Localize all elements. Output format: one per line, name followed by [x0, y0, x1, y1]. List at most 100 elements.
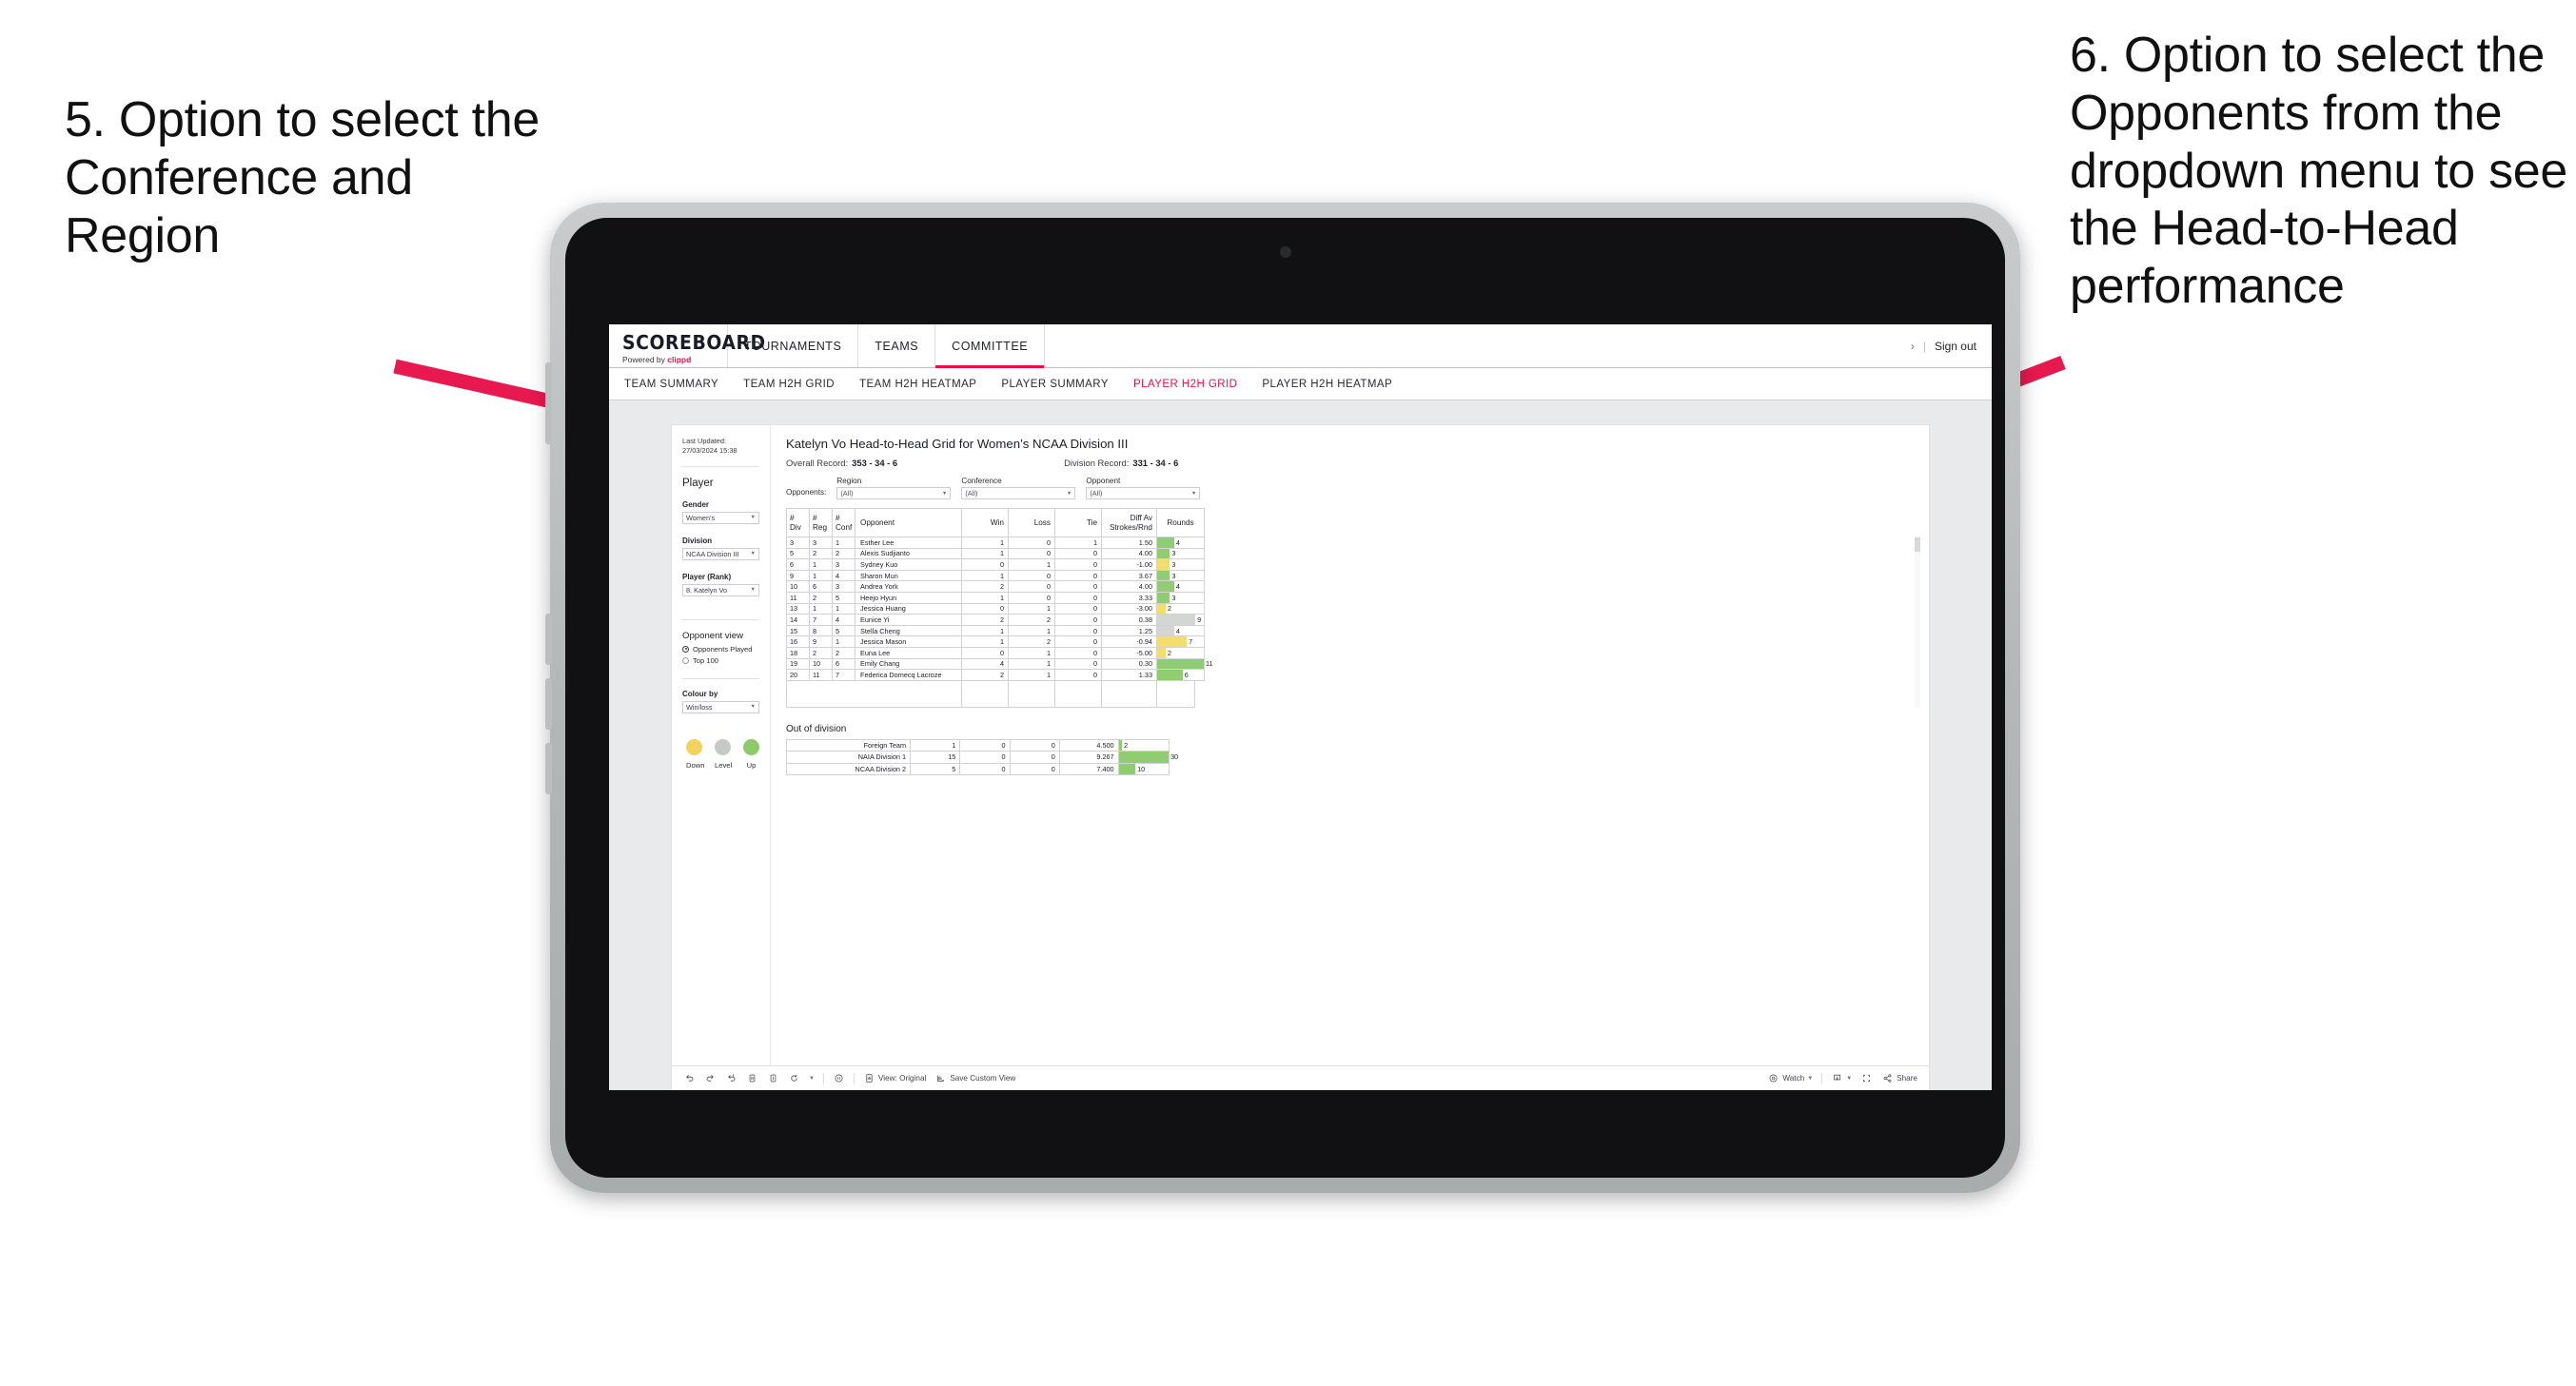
- redo-icon[interactable]: [704, 1072, 717, 1084]
- pause-refresh-icon[interactable]: [746, 1072, 758, 1084]
- gender-select[interactable]: Women’s ▼: [682, 511, 759, 524]
- pause-auto-updates-icon[interactable]: [833, 1072, 845, 1084]
- table-row[interactable]: 14 7 4 Eunice Yi 2 2 0 0.38 9: [786, 614, 1205, 626]
- front-camera-icon: [1279, 246, 1291, 258]
- table-row[interactable]: 10 6 3 Andrea York 2 0 0 4.00 4: [786, 580, 1205, 593]
- rounds-bar: 11: [1157, 658, 1213, 670]
- conference-filter-select[interactable]: (All) ▼: [961, 487, 1076, 499]
- cell-conf: 2: [832, 646, 855, 659]
- cell-tie: 0: [1054, 646, 1102, 659]
- download-button[interactable]: ▼: [1831, 1072, 1852, 1084]
- col-div-l2: Div: [790, 522, 801, 532]
- colour-by-select[interactable]: Win/loss ▼: [682, 700, 759, 713]
- colour-by-value: Win/loss: [686, 702, 713, 712]
- subnav-item-team-h2h-heatmap[interactable]: TEAM H2H HEATMAP: [859, 379, 976, 390]
- cell-div: 18: [786, 646, 810, 659]
- subnav-item-player-h2h-heatmap[interactable]: PLAYER H2H HEATMAP: [1262, 379, 1392, 390]
- topnav-item-tournaments[interactable]: TOURNAMENTS: [728, 324, 859, 367]
- table-row[interactable]: 11 2 5 Heejo Hyun 1 0 0 3.33 3: [786, 591, 1205, 604]
- legend-swatch-down: [686, 738, 702, 755]
- app-logo[interactable]: SCOREBOARD Powered by clippd: [609, 324, 765, 367]
- subnav-item-player-summary[interactable]: PLAYER SUMMARY: [1001, 379, 1109, 390]
- region-filter-select[interactable]: (All) ▼: [836, 487, 952, 499]
- save-custom-view-button[interactable]: Save Custom View: [934, 1072, 1015, 1084]
- cell-loss: 2: [1008, 635, 1055, 648]
- division-select[interactable]: NCAA Division III ▼: [682, 547, 759, 560]
- table-row[interactable]: 20 11 7 Federica Domecq Lacroze 2 1 0 1.33 6: [786, 669, 1205, 681]
- volume-down-button[interactable]: [545, 678, 552, 730]
- topnav-item-teams[interactable]: TEAMS: [858, 324, 936, 367]
- save-view-icon: [934, 1072, 947, 1084]
- topnav-label: TEAMS: [875, 339, 919, 353]
- table-row[interactable]: 15 8 5 Stella Cheng 1 1 0 1.25 4: [786, 624, 1205, 637]
- table-row[interactable]: 16 9 1 Jessica Mason 1 2 0 -0.94 7: [786, 635, 1205, 648]
- cell-div: 13: [786, 602, 810, 615]
- grid-scrollbar-track[interactable]: [1915, 537, 1920, 708]
- rounds-bar: 2: [1157, 647, 1204, 658]
- player-rank-select[interactable]: 8. Katelyn Vo ▼: [682, 583, 759, 596]
- col-diff-l2: Strokes/Rnd: [1109, 522, 1152, 532]
- table-row[interactable]: 3 3 1 Esther Lee 1 0 1 1.50 4: [786, 537, 1205, 549]
- table-row[interactable]: 6 1 3 Sydney Kuo 0 1 0 -1.00 3: [786, 558, 1205, 571]
- refresh-data-icon[interactable]: [767, 1072, 779, 1084]
- undo-icon[interactable]: [683, 1072, 696, 1084]
- cell-win: 2: [961, 614, 1009, 626]
- share-button[interactable]: Share: [1881, 1072, 1917, 1084]
- cell-win: 0: [961, 646, 1009, 659]
- table-row[interactable]: 18 2 2 Euna Lee 0 1 0 -5.00 2: [786, 646, 1205, 659]
- radio-icon: [682, 656, 689, 664]
- chevron-right-icon[interactable]: ›: [1911, 340, 1915, 353]
- subnav-item-player-h2h-grid[interactable]: PLAYER H2H GRID: [1133, 379, 1237, 390]
- subnav-item-team-h2h-grid[interactable]: TEAM H2H GRID: [743, 379, 835, 390]
- cell-reg: 7: [809, 614, 833, 626]
- table-row[interactable]: 19 10 6 Emily Chang 4 1 0 0.30 11: [786, 657, 1213, 671]
- rounds-value: 4: [1175, 537, 1180, 547]
- watch-button[interactable]: Watch ▼: [1767, 1072, 1813, 1084]
- rounds-value: 4: [1175, 626, 1180, 635]
- rounds-bar: 2: [1118, 739, 1169, 752]
- fullscreen-icon[interactable]: [1860, 1072, 1873, 1084]
- conference-filter: Conference (All) ▼: [961, 477, 1076, 499]
- cell-reg: 3: [809, 537, 833, 549]
- volume-extra-button[interactable]: [545, 743, 552, 794]
- cell-loss: 0: [959, 762, 1011, 775]
- sidebar-divider: [682, 677, 759, 679]
- watch-icon: [1767, 1072, 1780, 1084]
- list-item[interactable]: NAIA Division 1 15 0 0 9.267 30: [785, 751, 1178, 764]
- table-row[interactable]: 5 2 2 Alexis Sudjianto 1 0 0 4.00 3: [786, 547, 1205, 560]
- view-original-button[interactable]: View: Original: [863, 1072, 926, 1084]
- radio-opponents-played[interactable]: Opponents Played: [682, 645, 759, 654]
- subnav-item-team-summary[interactable]: TEAM SUMMARY: [624, 379, 718, 390]
- revert-icon[interactable]: [725, 1072, 737, 1084]
- list-item[interactable]: Foreign Team 1 0 0 4.500 2: [785, 738, 1170, 752]
- chevron-down-icon: ▼: [1066, 490, 1072, 497]
- radio-top-100[interactable]: Top 100: [682, 656, 759, 665]
- chevron-down-icon: ▼: [1190, 490, 1197, 497]
- opponent-filter-value: (All): [1090, 489, 1103, 498]
- table-row[interactable]: 9 1 4 Sharon Mun 1 0 0 3.67 3: [786, 569, 1205, 582]
- cell-opp: Sydney Kuo: [855, 558, 962, 571]
- cell-tie: 0: [1009, 738, 1060, 752]
- volume-up-button[interactable]: [545, 614, 552, 665]
- list-item[interactable]: NCAA Division 2 5 0 0 7.400 10: [785, 762, 1170, 775]
- chevron-down-icon[interactable]: ▼: [809, 1076, 815, 1082]
- cell-tie: 0: [1054, 624, 1102, 637]
- cell-div: 5: [786, 547, 810, 560]
- sign-out-button[interactable]: Sign out: [1935, 340, 1976, 353]
- opponent-filter-select[interactable]: (All) ▼: [1086, 487, 1201, 499]
- rounds-value: 4: [1175, 582, 1180, 592]
- power-button[interactable]: [545, 362, 552, 444]
- cell-diff: 4.00: [1101, 580, 1157, 593]
- cell-opp: Andrea York: [855, 580, 962, 593]
- cell-rounds-bar: 10: [1117, 762, 1170, 775]
- reset-icon[interactable]: [788, 1072, 800, 1084]
- rounds-bar: 7: [1157, 636, 1204, 647]
- grid-scrollbar-thumb[interactable]: [1915, 537, 1920, 552]
- conference-filter-label: Conference: [961, 477, 1002, 485]
- app-screen: SCOREBOARD Powered by clippd TOURNAMENTS…: [609, 324, 1992, 1090]
- radio-label: Opponents Played: [693, 644, 753, 654]
- topnav-item-committee[interactable]: COMMITTEE: [935, 324, 1046, 368]
- cell-loss: 0: [1008, 569, 1055, 582]
- table-row[interactable]: 13 1 1 Jessica Huang 0 1 0 -3.00 2: [786, 602, 1205, 615]
- opponent-view-heading: Opponent view: [682, 630, 743, 641]
